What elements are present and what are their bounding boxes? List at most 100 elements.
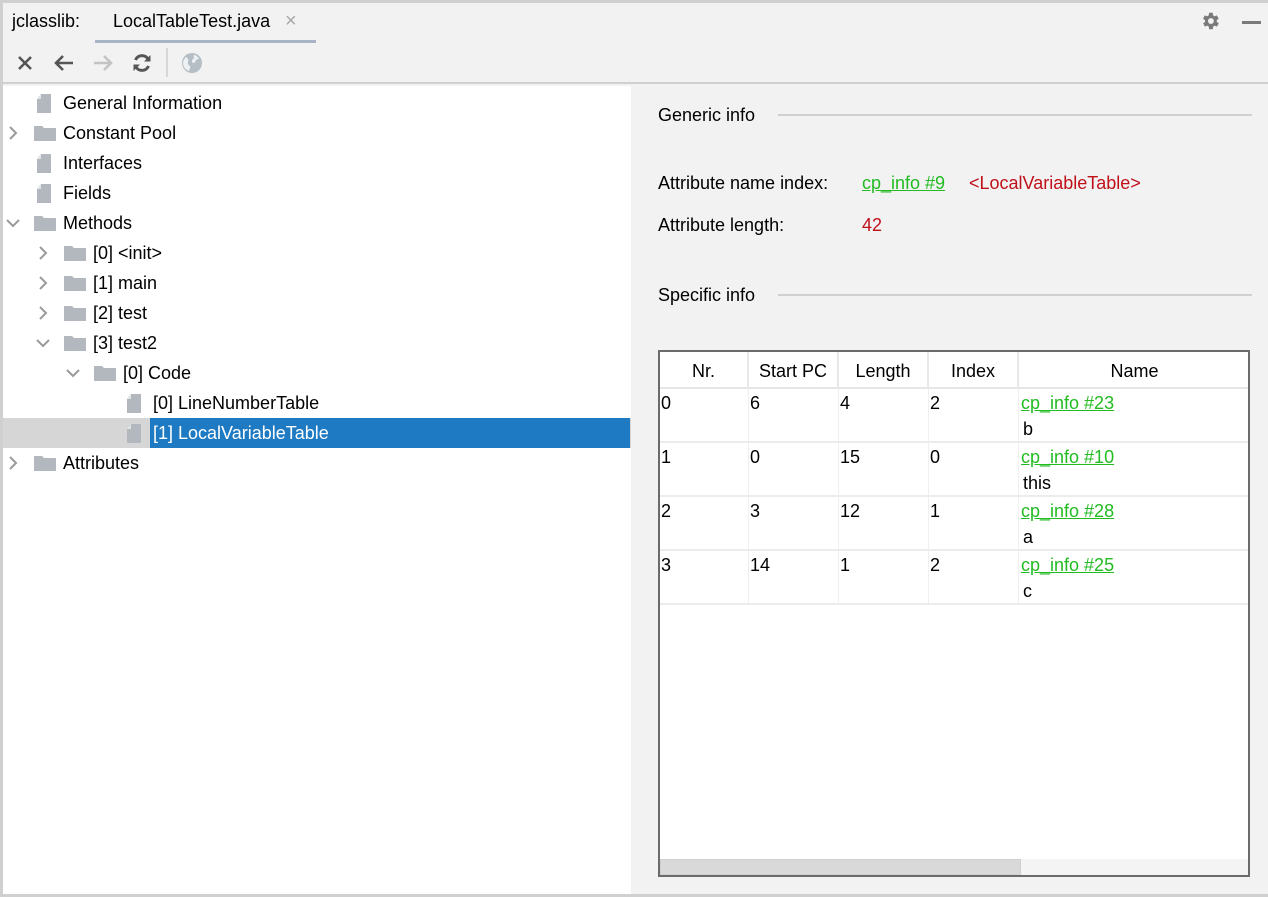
cell-nr: 3 [660, 551, 749, 603]
tree-item[interactable]: Interfaces [3, 148, 631, 178]
attribute-name-index-link[interactable]: cp_info #9 [862, 173, 945, 194]
forward-button[interactable] [90, 50, 116, 76]
cp-info-link[interactable]: cp_info #23 [1021, 393, 1114, 414]
tab-label: LocalTableTest.java [113, 11, 271, 31]
reload-button[interactable] [129, 50, 155, 76]
tree-item[interactable]: Constant Pool [3, 118, 631, 148]
tree-item-label[interactable]: [1] main [90, 268, 160, 298]
app-label: jclasslib: [12, 11, 81, 31]
tree-item-label[interactable]: Attributes [60, 448, 142, 478]
cell-value: 3 [750, 501, 761, 521]
tree-item-label[interactable]: [2] test [90, 298, 150, 328]
folder-icon [64, 244, 86, 263]
tree-item[interactable]: [0] <init> [3, 238, 631, 268]
tree-item[interactable]: [3] test2 [3, 328, 631, 358]
toolbar-separator [166, 48, 168, 77]
generic-info-title: Generic info [658, 105, 756, 125]
chevron-down-icon[interactable] [5, 215, 21, 231]
tree-item-label[interactable]: Fields [60, 178, 114, 208]
tree-item[interactable]: [1] main [3, 268, 631, 298]
tree-item[interactable]: [1] LocalVariableTable [3, 418, 631, 448]
tab-close-icon[interactable]: × [285, 10, 297, 33]
tree-item[interactable]: [0] Code [3, 358, 631, 388]
chevron-down-icon[interactable] [35, 335, 51, 351]
cell-value: 2 [930, 393, 941, 413]
variable-name: a [1023, 527, 1034, 547]
cell-start-pc: 0 [749, 443, 839, 495]
file-icon [124, 394, 144, 413]
chevron-down-icon[interactable] [65, 365, 81, 381]
folder-icon [64, 274, 86, 293]
cell-start-pc: 14 [749, 551, 839, 603]
tree-item[interactable]: Fields [3, 178, 631, 208]
chevron-right-icon[interactable] [35, 245, 51, 261]
tab-localtabletest[interactable]: LocalTableTest.java × [95, 3, 316, 43]
cp-info-link[interactable]: cp_info #10 [1021, 447, 1114, 468]
tree-item-label[interactable]: Methods [60, 208, 135, 238]
attribute-name-value: <LocalVariableTable> [969, 173, 1141, 193]
tree-item[interactable]: Methods [3, 208, 631, 238]
column-header[interactable]: Name [1019, 352, 1248, 387]
cell-value: 2 [661, 501, 672, 521]
attribute-name-index-label: Attribute name index: [658, 173, 829, 193]
folder-icon [64, 334, 86, 353]
close-button[interactable] [12, 50, 38, 76]
cell-value: 2 [930, 555, 941, 575]
chevron-right-icon[interactable] [35, 305, 51, 321]
table-row[interactable]: 3 14 1 2 cp_info #25 c [660, 551, 1248, 605]
tree-item-label[interactable]: [3] test2 [90, 328, 160, 358]
cell-name: cp_info #10 this [1019, 443, 1248, 495]
tree-item-label[interactable]: [1] LocalVariableTable [150, 418, 630, 448]
cell-index: 1 [929, 497, 1019, 549]
tree-item[interactable]: Attributes [3, 448, 631, 478]
tree-item[interactable]: General Information [3, 88, 631, 118]
table-row[interactable]: 1 0 15 0 cp_info #10 this [660, 443, 1248, 497]
table-row[interactable]: 2 3 12 1 cp_info #28 a [660, 497, 1248, 551]
cell-nr: 1 [660, 443, 749, 495]
column-header[interactable]: Nr. [660, 352, 749, 387]
arrow-right-icon [94, 55, 113, 71]
tree-item-label[interactable]: Constant Pool [60, 118, 179, 148]
cell-value: 0 [750, 447, 761, 467]
column-header[interactable]: Start PC [749, 352, 839, 387]
chevron-right-icon[interactable] [35, 275, 51, 291]
table-row[interactable]: 0 6 4 2 cp_info #23 b [660, 389, 1248, 443]
chevron-right-icon[interactable] [5, 125, 21, 141]
column-header[interactable]: Index [929, 352, 1019, 387]
browser-button[interactable] [179, 50, 205, 76]
cell-nr: 0 [660, 389, 749, 441]
cell-name: cp_info #23 b [1019, 389, 1248, 441]
chevron-right-icon[interactable] [5, 455, 21, 471]
variable-name: c [1023, 581, 1032, 601]
cell-value: 4 [840, 393, 851, 413]
tree-item[interactable]: [2] test [3, 298, 631, 328]
file-icon [34, 94, 54, 113]
cell-index: 2 [929, 389, 1019, 441]
cell-value: 1 [840, 555, 851, 575]
tree-item[interactable]: [0] LineNumberTable [3, 388, 631, 418]
cell-name: cp_info #28 a [1019, 497, 1248, 549]
horizontal-scrollbar-thumb[interactable] [660, 859, 1021, 875]
cell-index: 2 [929, 551, 1019, 603]
tree-item-label[interactable]: Interfaces [60, 148, 145, 178]
column-header[interactable]: Length [839, 352, 929, 387]
cp-info-link[interactable]: cp_info #25 [1021, 555, 1114, 576]
tree-item-label[interactable]: General Information [60, 88, 225, 118]
cp-info-link[interactable]: cp_info #28 [1021, 501, 1114, 522]
tree-item-label[interactable]: [0] <init> [90, 238, 165, 268]
tree-item-label[interactable]: [0] Code [120, 358, 194, 388]
folder-icon [34, 214, 56, 233]
cell-value: 0 [661, 393, 672, 413]
back-button[interactable] [51, 50, 77, 76]
cell-value: 15 [840, 447, 861, 467]
gear-icon[interactable] [1199, 10, 1221, 32]
attribute-length-label: Attribute length: [658, 215, 785, 235]
cell-value: 6 [750, 393, 761, 413]
globe-icon [182, 53, 202, 73]
tree-item-label[interactable]: [0] LineNumberTable [150, 388, 322, 418]
minimize-icon[interactable] [1242, 21, 1261, 24]
folder-icon [34, 454, 56, 473]
cell-value: 0 [930, 447, 941, 467]
cell-length: 1 [839, 551, 929, 603]
horizontal-scrollbar[interactable] [660, 859, 1248, 875]
